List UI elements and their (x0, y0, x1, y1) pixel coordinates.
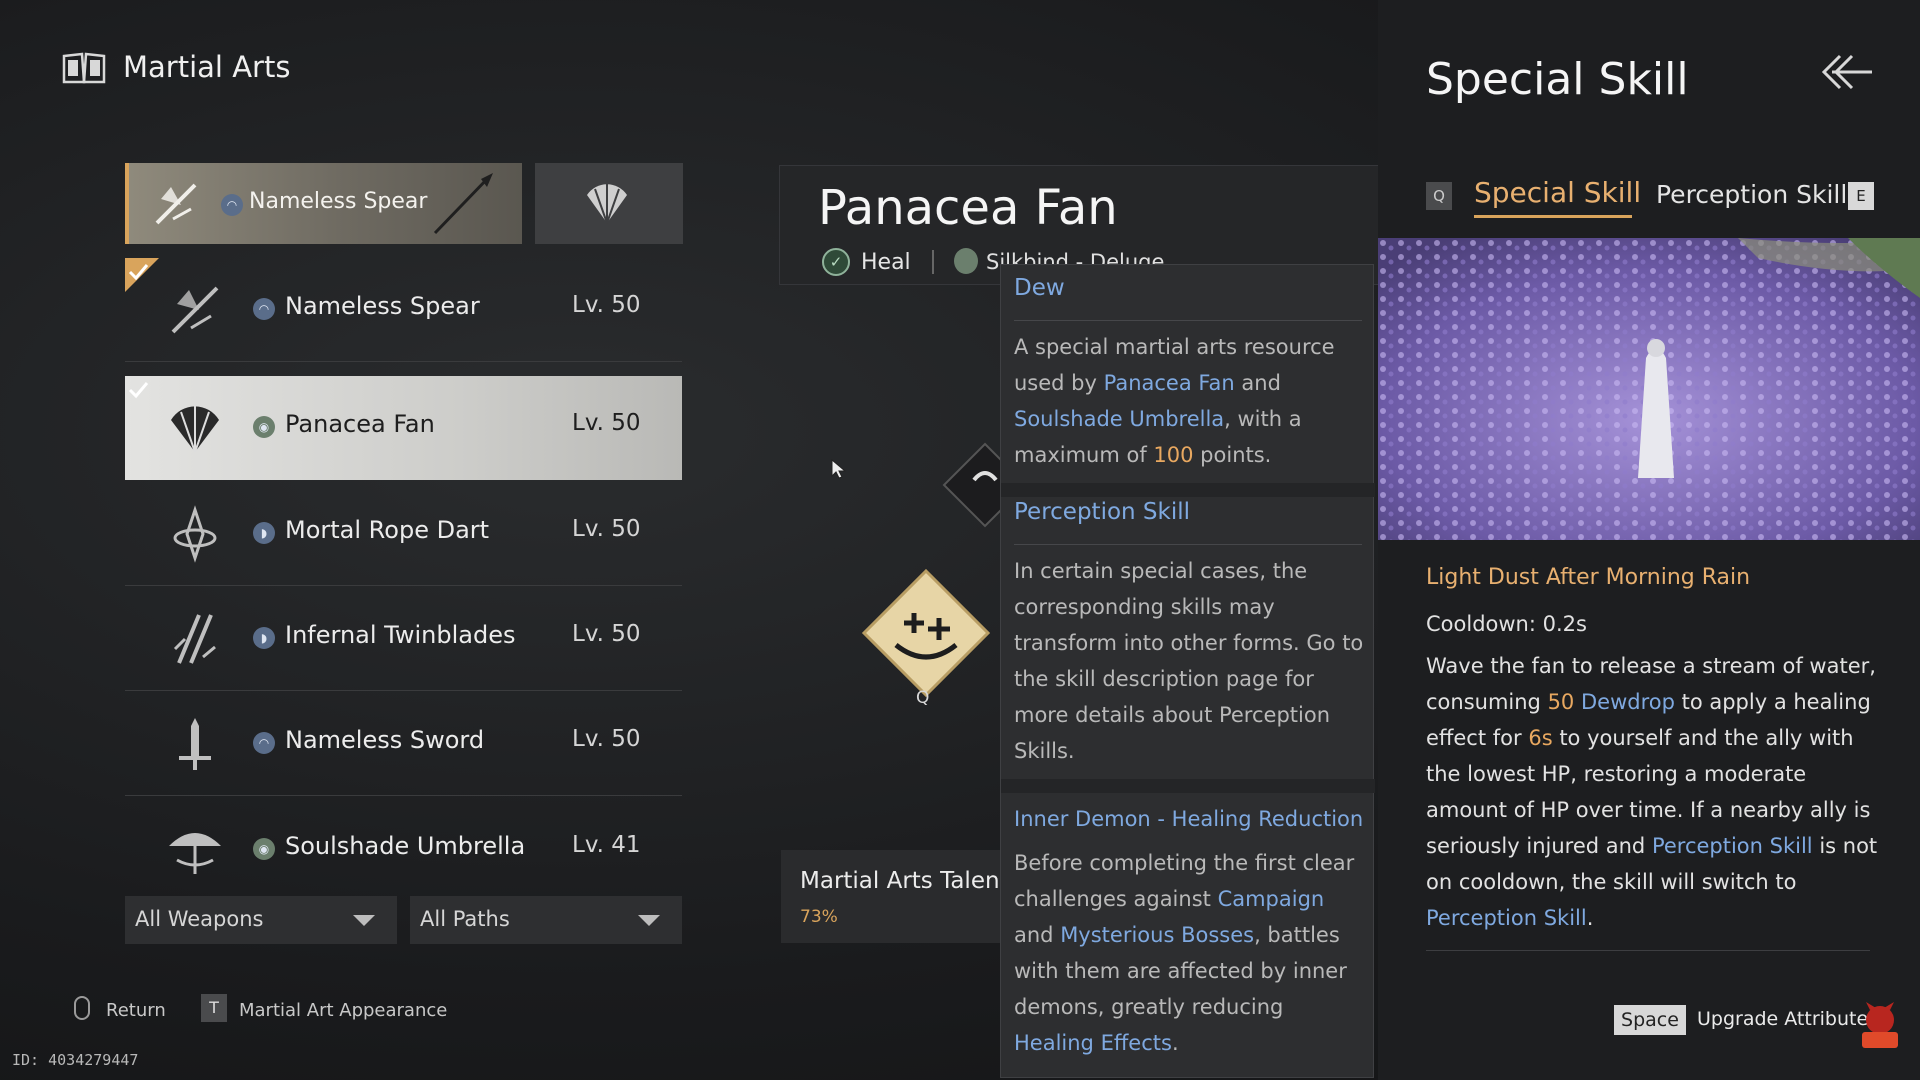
keyword-link[interactable]: Perception Skill (1426, 906, 1587, 930)
equipped-weapon-label: Nameless Spear (249, 189, 428, 214)
umbrella-icon (169, 833, 221, 874)
weapon-name: Mortal Rope Dart (285, 516, 490, 544)
weapon-level: Lv. 50 (572, 516, 641, 542)
skill-cooldown: Cooldown: 0.2s (1426, 612, 1587, 636)
tab-special-skill[interactable]: Special Skill (1474, 176, 1641, 209)
talent-title: Martial Arts Talent (800, 868, 1009, 894)
key-q-badge: Q (1426, 182, 1452, 210)
keyword-link[interactable]: Soulshade Umbrella (1014, 407, 1224, 431)
tooltip-inner-demon-title: Inner Demon - Healing Reduction (1014, 807, 1364, 831)
fan-icon (587, 183, 627, 224)
divider (1001, 483, 1375, 497)
page-title: Martial Arts (123, 50, 291, 84)
weapons-filter-dropdown[interactable]: All Weapons (125, 896, 397, 944)
divider (1014, 320, 1362, 321)
weapon-name: Nameless Spear (285, 292, 480, 320)
weapon-row[interactable]: ◉ Soulshade Umbrella Lv. 41 (125, 798, 682, 902)
paths-filter-label: All Paths (420, 907, 510, 931)
chevron-down-icon (353, 915, 375, 926)
weapon-row[interactable]: ◠ Nameless Sword Lv. 50 (125, 692, 682, 796)
cursor-icon (831, 458, 847, 479)
equipped-check-icon (125, 258, 159, 292)
rope-dart-icon (173, 505, 217, 563)
path-icon: ◠ (253, 732, 275, 754)
martial-arts-talent-card[interactable] (781, 850, 1001, 943)
check-icon (128, 382, 149, 399)
keyword-link[interactable]: Perception Skill (1652, 834, 1813, 858)
skill-preview-image (1378, 238, 1920, 540)
back-arrow-icon[interactable] (1818, 50, 1874, 94)
weapons-filter-label: All Weapons (135, 907, 264, 931)
sword-icon (179, 718, 211, 770)
weapon-name: Panacea Fan (285, 410, 435, 438)
tag-separator (932, 250, 934, 274)
skill-description: Wave the fan to release a stream of wate… (1426, 654, 1878, 930)
weapon-level: Lv. 50 (572, 726, 641, 752)
twinblades-icon (173, 614, 216, 664)
tooltip-dew-title: Dew (1014, 275, 1065, 301)
weapon-level: Lv. 41 (572, 832, 641, 858)
special-skill-icon[interactable] (860, 567, 992, 699)
weapon-level: Lv. 50 (572, 292, 641, 318)
heal-tag: Heal (861, 250, 911, 275)
panel-title: Special Skill (1426, 54, 1689, 105)
mouse-icon (74, 996, 90, 1020)
weapon-level: Lv. 50 (572, 621, 641, 647)
spear-icon (171, 286, 219, 334)
upgrade-attributes-button[interactable]: Upgrade Attributes (1697, 1008, 1878, 1030)
divider (1426, 950, 1870, 951)
keyword-tooltip: Dew A special martial arts resource used… (1000, 264, 1375, 1078)
martial-art-appearance-button[interactable]: Martial Art Appearance (239, 1000, 447, 1021)
divider (1014, 544, 1362, 545)
heal-icon: ✓ (822, 248, 850, 276)
path-icon: ◉ (253, 416, 275, 438)
key-t-badge: T (201, 994, 227, 1022)
fan-icon (171, 404, 219, 453)
active-tab-indicator (1474, 215, 1632, 218)
tooltip-dew-body: A special martial arts resource used by … (1014, 335, 1335, 467)
skill-key-q: Q (916, 688, 930, 708)
tooltip-inner-demon-body: Before completing the first clear challe… (1014, 851, 1355, 1055)
weapon-name: Nameless Sword (285, 726, 485, 754)
weapon-title: Panacea Fan (818, 180, 1118, 236)
path-icon: ◗ (253, 522, 275, 544)
book-icon (62, 52, 106, 84)
skill-name: Light Dust After Morning Rain (1426, 565, 1751, 590)
key-space-badge: Space (1614, 1005, 1686, 1035)
weapon-row[interactable]: ◗ Mortal Rope Dart Lv. 50 (125, 482, 682, 586)
weapon-name: Soulshade Umbrella (285, 832, 526, 860)
weapon-row-selected[interactable]: ◉ Panacea Fan Lv. 50 (125, 376, 682, 480)
keyword-link[interactable]: Mysterious Bosses (1060, 923, 1254, 947)
keyword-link[interactable]: Campaign (1218, 887, 1325, 911)
path-icon: ◠ (253, 298, 275, 320)
spear-icon (155, 183, 197, 225)
sub-logo-icon (1862, 1002, 1898, 1048)
player-id: ID: 4034279447 (12, 1051, 139, 1069)
keyword-link[interactable]: Healing Effects (1014, 1031, 1172, 1055)
divider (1001, 779, 1375, 793)
path-icon (954, 248, 978, 274)
return-button[interactable]: Return (106, 1000, 166, 1021)
path-icon: ◠ (221, 194, 243, 216)
secondary-weapon-slot[interactable] (535, 163, 683, 244)
paths-filter-dropdown[interactable]: All Paths (410, 896, 682, 944)
path-icon: ◉ (253, 838, 275, 860)
keyword-link[interactable]: Dewdrop (1574, 690, 1675, 714)
tab-perception-skill[interactable]: Perception Skill (1656, 180, 1847, 209)
weapon-name: Infernal Twinblades (285, 621, 516, 649)
weapon-row[interactable]: ◠ Nameless Spear Lv. 50 (125, 258, 682, 362)
keyword-link[interactable]: Panacea Fan (1104, 371, 1235, 395)
path-icon: ◗ (253, 627, 275, 649)
talent-percent: 73% (800, 907, 838, 927)
chevron-down-icon (638, 915, 660, 926)
tooltip-perception-title: Perception Skill (1014, 499, 1191, 525)
spear-preview-icon (433, 173, 493, 235)
tooltip-perception-body: In certain special cases, the correspond… (1014, 559, 1364, 763)
equipped-weapon-slot[interactable]: ◠ Nameless Spear (125, 163, 522, 244)
weapon-row[interactable]: ◗ Infernal Twinblades Lv. 50 (125, 587, 682, 691)
key-e-badge: E (1848, 182, 1874, 210)
weapon-level: Lv. 50 (572, 410, 641, 436)
